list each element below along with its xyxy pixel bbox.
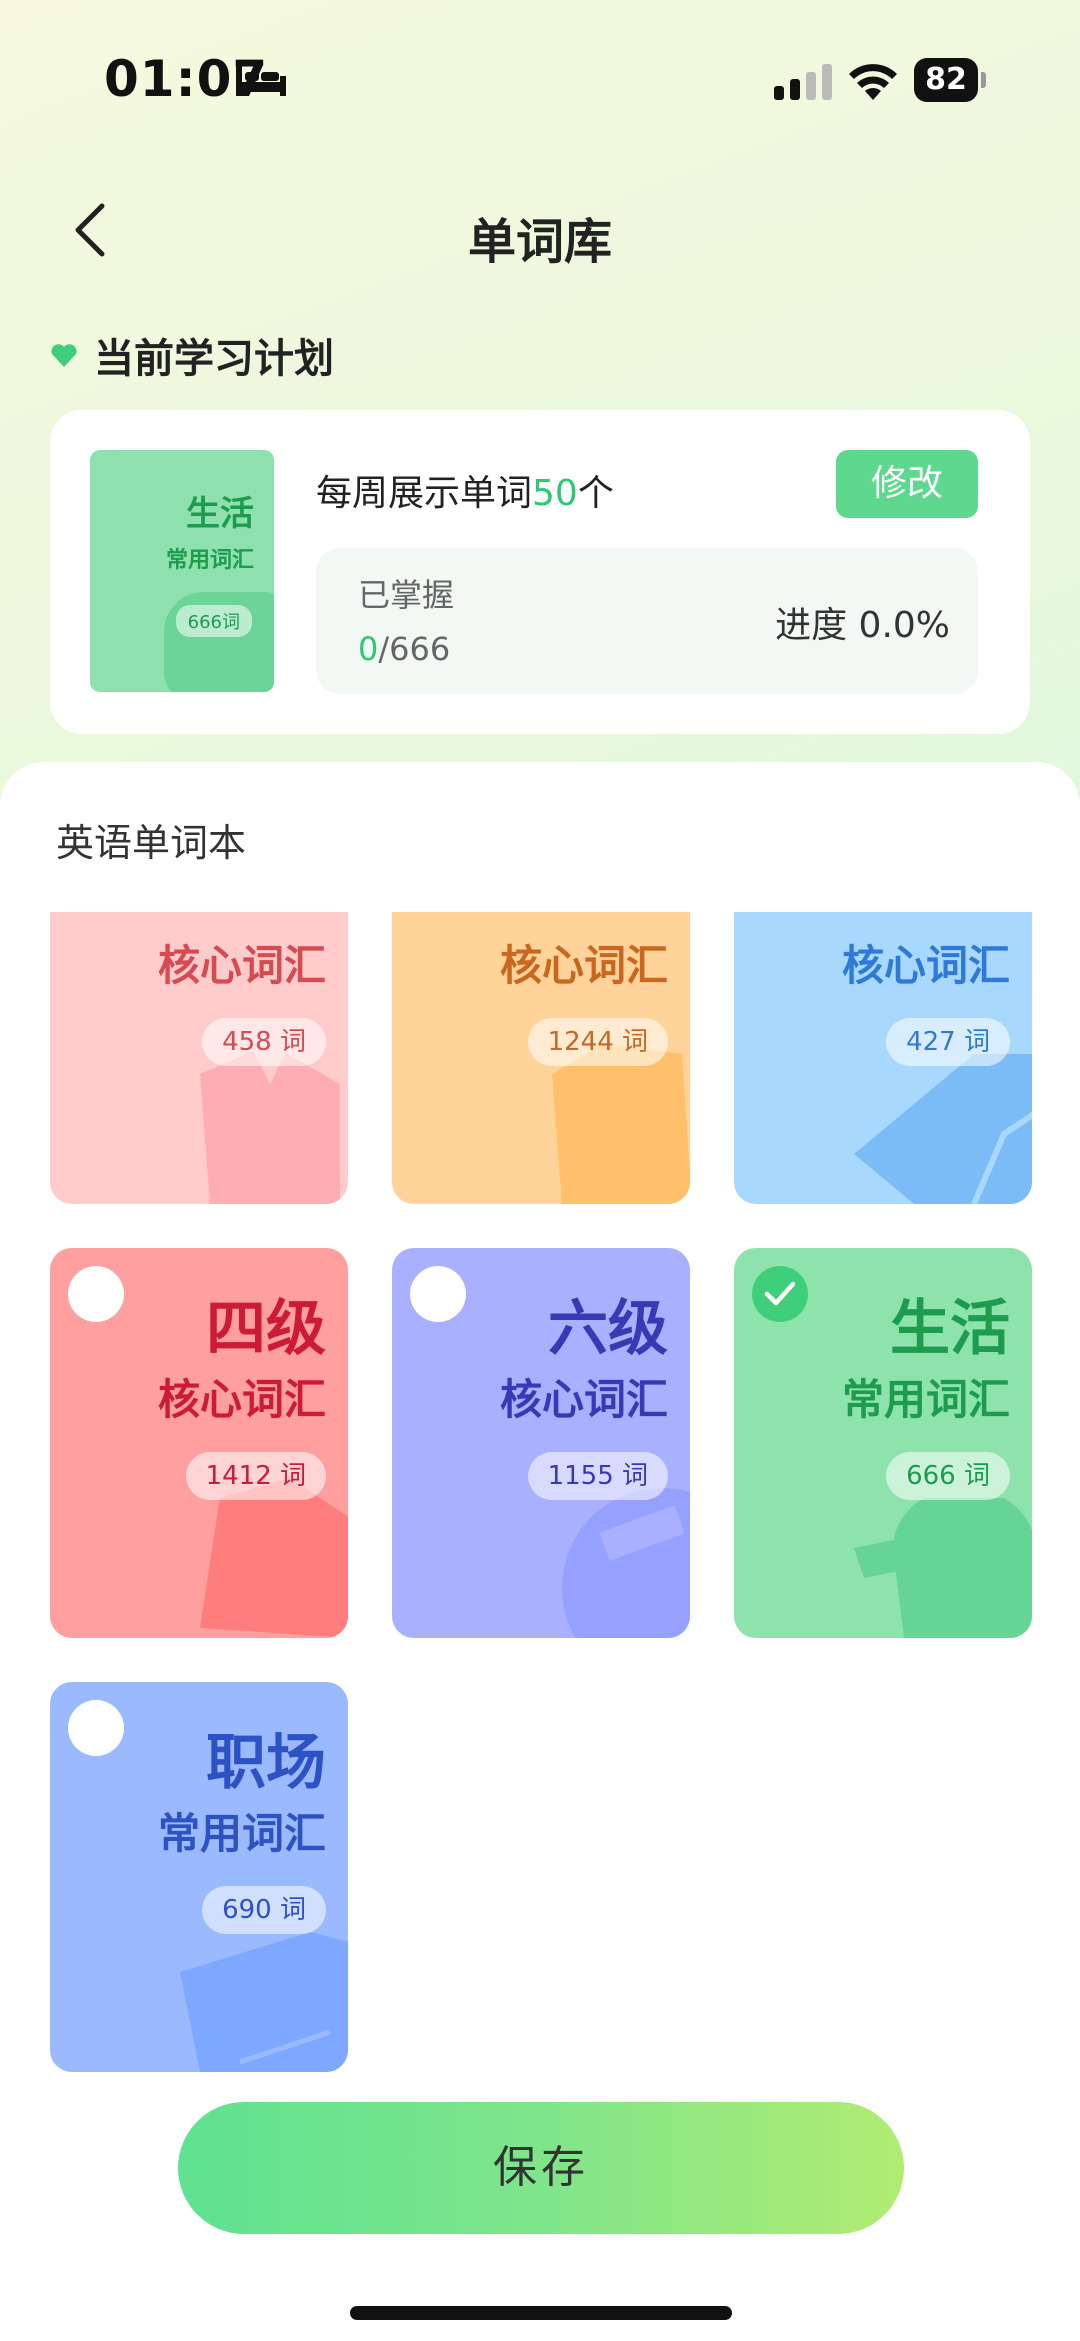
mastered-value: 0/666 xyxy=(358,630,450,668)
select-radio-checked[interactable] xyxy=(752,1266,808,1322)
current-plan-heading: 当前学习计划 xyxy=(50,330,334,382)
wordbook-card[interactable]: 核心词汇 458 词 xyxy=(50,912,348,1204)
mastered-total: /666 xyxy=(378,630,451,668)
page-title: 单词库 xyxy=(467,214,612,270)
progress-box: 已掌握 0/666 进度 0.0% xyxy=(316,548,978,694)
weekly-words-text: 每周展示单词50个 xyxy=(316,464,614,516)
battery-indicator: 82 xyxy=(914,58,986,102)
current-plan-book-title: 生活 xyxy=(186,494,254,534)
wordbook-card-life[interactable]: 生活 常用词汇 666 词 xyxy=(734,1248,1032,1638)
select-radio[interactable] xyxy=(68,1266,124,1322)
wordbook-title: 四级 xyxy=(206,1294,326,1364)
current-plan-book-subtitle: 常用词汇 xyxy=(165,548,254,573)
wordbook-subtitle: 常用词汇 xyxy=(157,1809,326,1858)
book-decoration xyxy=(200,1478,348,1638)
select-radio[interactable] xyxy=(68,1700,124,1756)
wordbook-count: 1412 词 xyxy=(185,1452,326,1500)
weekly-prefix: 每周展示单词 xyxy=(316,473,533,514)
section-title: 英语单词本 xyxy=(56,821,247,865)
mastered-label: 已掌握 xyxy=(358,576,455,614)
wordbook-card-cet4[interactable]: 四级 核心词汇 1412 词 xyxy=(50,1248,348,1638)
wordbook-title: 六级 xyxy=(548,1294,668,1364)
wordbook-count: 1155 词 xyxy=(527,1452,668,1500)
wordbook-count: 690 词 xyxy=(202,1886,326,1934)
book-decoration xyxy=(180,1932,348,2072)
check-icon xyxy=(764,1281,796,1306)
home-indicator[interactable] xyxy=(350,2306,732,2320)
heart-icon xyxy=(51,344,77,367)
current-plan-heading-text: 当前学习计划 xyxy=(94,336,334,382)
wordbook-subtitle: 核心词汇 xyxy=(157,941,326,990)
save-button[interactable]: 保存 xyxy=(178,2102,904,2234)
wordbook-title: 生活 xyxy=(890,1294,1010,1364)
wordbook-subtitle: 常用词汇 xyxy=(841,1375,1010,1424)
wordbook-count: 458 词 xyxy=(202,1018,326,1066)
wordbook-card-work[interactable]: 职场 常用词汇 690 词 xyxy=(50,1682,348,2072)
current-plan-book-count: 666词 xyxy=(175,605,252,637)
battery-level: 82 xyxy=(925,62,967,97)
wordbook-subtitle: 核心词汇 xyxy=(841,941,1010,990)
wifi-icon xyxy=(849,64,897,100)
nav-bar: 单词库 xyxy=(0,180,1080,280)
bed-icon xyxy=(236,66,286,96)
wordbook-count: 427 词 xyxy=(886,1018,1010,1066)
progress-percent: 进度 0.0% xyxy=(775,605,950,646)
cellular-signal-icon xyxy=(774,64,832,100)
wordbook-card[interactable]: 核心词汇 427 词 xyxy=(734,912,1032,1204)
wordbook-grid[interactable]: 核心词汇 458 词 核心词汇 1244 词 核心词汇 427 词 四级 核心词… xyxy=(0,912,1080,2072)
select-radio[interactable] xyxy=(410,1266,466,1322)
wordbook-count: 1244 词 xyxy=(527,1018,668,1066)
wordbook-card[interactable]: 核心词汇 1244 词 xyxy=(392,912,690,1204)
book-decoration xyxy=(854,1054,1032,1204)
battery-cap xyxy=(981,72,986,88)
edit-plan-button[interactable]: 修改 xyxy=(836,450,978,518)
wordbook-title: 职场 xyxy=(206,1728,326,1798)
weekly-suffix: 个 xyxy=(577,473,614,514)
wordbook-subtitle: 核心词汇 xyxy=(499,941,668,990)
weekly-number: 50 xyxy=(532,473,578,514)
wordbook-subtitle: 核心词汇 xyxy=(499,1375,668,1424)
book-decoration xyxy=(552,1044,690,1204)
status-bar: 01:07 82 xyxy=(0,0,1080,150)
wordbook-count: 666 词 xyxy=(886,1452,1010,1500)
current-plan-book-cover: 生活 常用词汇 666词 xyxy=(90,450,274,692)
mastered-done: 0 xyxy=(358,630,379,668)
current-plan-card: 生活 常用词汇 666词 每周展示单词50个 修改 已掌握 0/666 进度 0… xyxy=(50,410,1030,734)
book-decoration xyxy=(854,1498,1032,1638)
wordbook-card-cet6[interactable]: 六级 核心词汇 1155 词 xyxy=(392,1248,690,1638)
wordbook-subtitle: 核心词汇 xyxy=(157,1375,326,1424)
